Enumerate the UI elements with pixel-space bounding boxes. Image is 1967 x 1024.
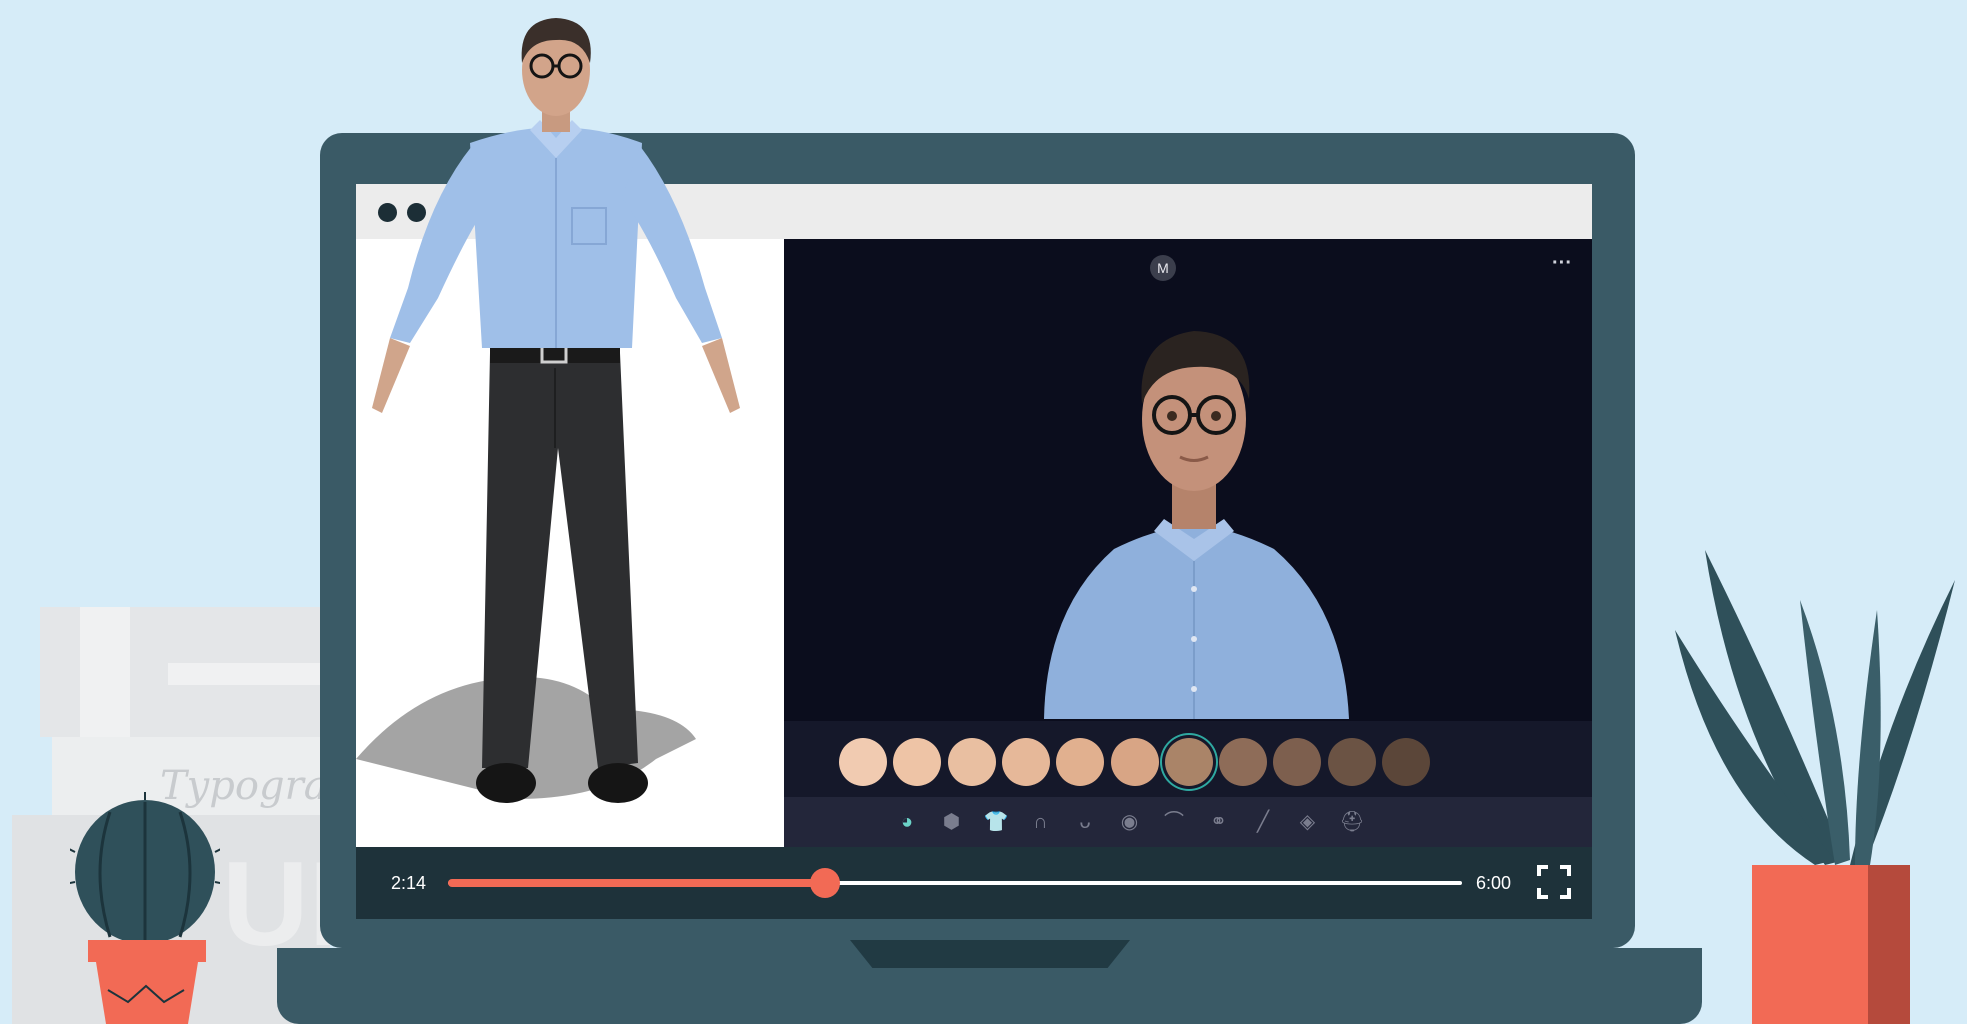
bust-avatar	[1044, 331, 1349, 719]
cactus	[70, 792, 220, 942]
customization-category-bar: ◕ ⬢ 👕 ∩ ᴗ ◉ ⌒ ⚭ ╱ ◈ ⛑	[784, 797, 1592, 847]
eye-icon[interactable]: ◉	[1117, 809, 1143, 835]
user-avatar-badge[interactable]: M	[1150, 255, 1176, 281]
skin-tone-swatch[interactable]	[1219, 738, 1268, 786]
skin-tone-swatch[interactable]	[1273, 738, 1322, 786]
cactus-pot	[88, 940, 206, 1024]
avatar-editor-viewport[interactable]	[784, 239, 1592, 721]
more-options-icon[interactable]: ···	[1552, 252, 1572, 275]
video-player-controls: 2:14 6:00	[356, 847, 1592, 919]
beard-icon[interactable]: ᴗ	[1072, 809, 1098, 835]
eyebrow-icon[interactable]: ⌒	[1161, 809, 1187, 835]
shapes-icon[interactable]: ⬢	[939, 809, 965, 835]
skin-tone-swatch[interactable]	[839, 738, 887, 786]
laptop-notch	[850, 940, 1130, 968]
glasses-icon[interactable]: ⚭	[1206, 809, 1232, 835]
shirt-icon[interactable]: 👕	[983, 809, 1009, 835]
hat-icon[interactable]: ⛑	[1339, 809, 1365, 835]
background-book-top	[40, 607, 330, 737]
skin-tone-icon[interactable]: ◕	[894, 809, 920, 835]
current-time: 2:14	[391, 873, 427, 893]
skin-tone-swatch[interactable]	[1164, 738, 1213, 786]
skin-tone-swatch[interactable]	[1110, 738, 1159, 786]
skin-tone-swatch[interactable]	[947, 738, 996, 786]
fullscreen-icon[interactable]	[1536, 864, 1572, 900]
skin-tone-swatch[interactable]	[893, 738, 942, 786]
plant-pot	[1752, 865, 1910, 1024]
hair-icon[interactable]: ∩	[1028, 809, 1054, 835]
skin-tone-palette	[784, 721, 1592, 797]
seek-progress	[448, 879, 826, 887]
full-body-avatar	[372, 18, 740, 803]
skin-tone-swatch[interactable]	[1001, 738, 1050, 786]
plant-leaves	[1675, 550, 1955, 865]
seek-bar[interactable]	[448, 868, 1462, 898]
total-time: 6:00	[1476, 873, 1512, 893]
seek-thumb[interactable]	[810, 868, 841, 898]
skin-tone-swatch[interactable]	[1382, 738, 1430, 786]
brush-icon[interactable]: ╱	[1250, 809, 1276, 835]
skin-tone-swatch[interactable]	[1056, 738, 1105, 786]
mask-icon[interactable]: ◈	[1295, 809, 1321, 835]
skin-tone-swatch[interactable]	[1327, 738, 1376, 786]
